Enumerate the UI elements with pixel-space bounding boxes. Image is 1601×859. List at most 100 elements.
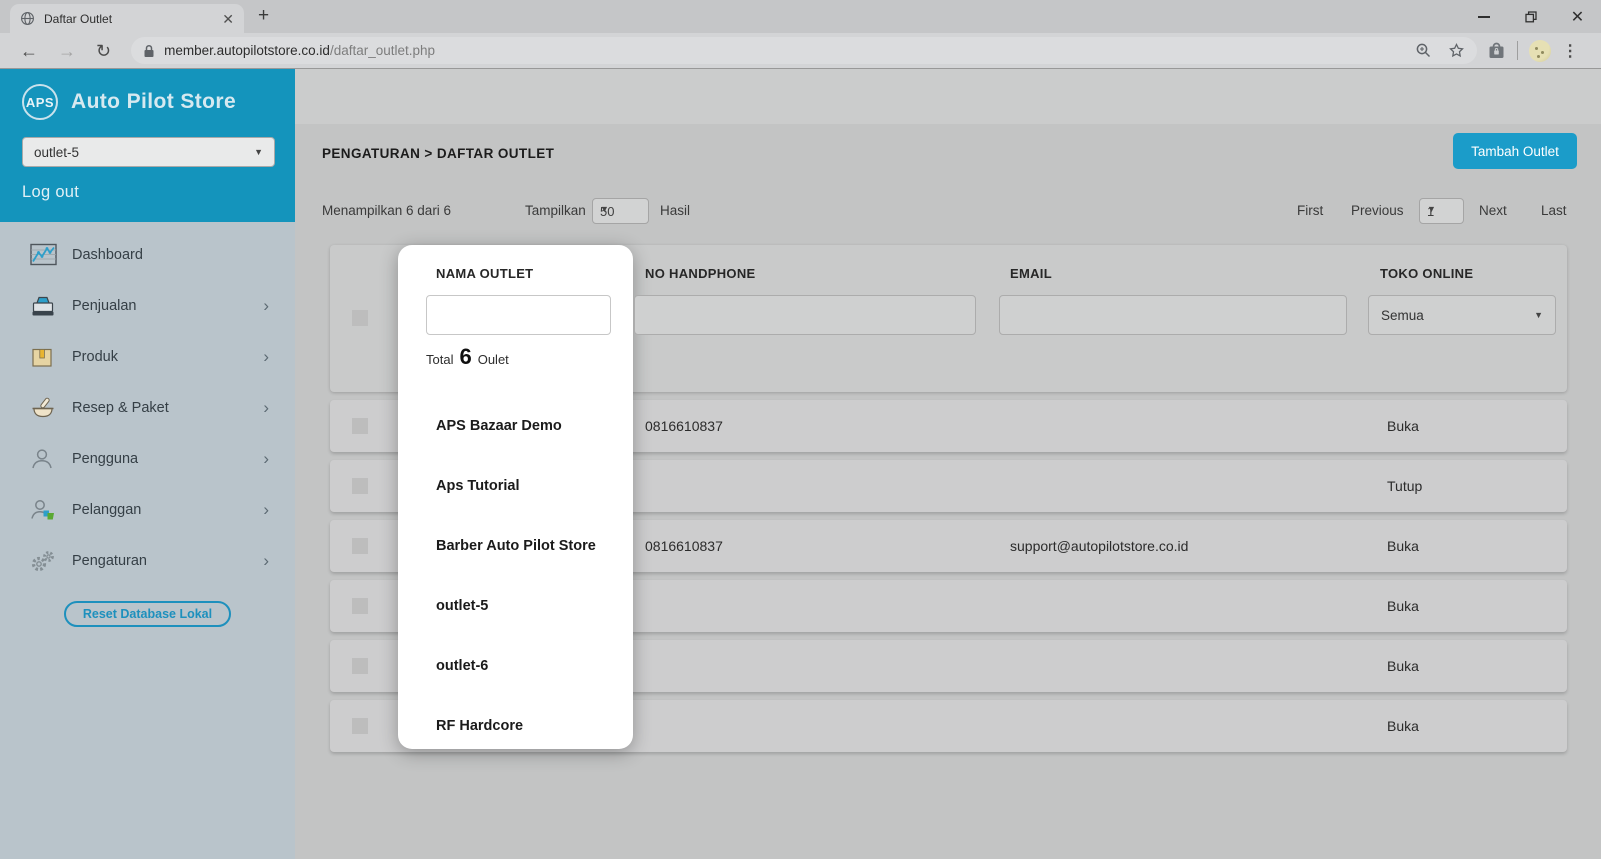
row-checkbox[interactable] <box>352 658 368 674</box>
reload-icon[interactable]: ↻ <box>96 42 111 60</box>
sidebar-item-label: Penjualan <box>72 298 137 314</box>
column-header-email: EMAIL <box>1010 266 1052 281</box>
toolbar-divider <box>1517 41 1518 60</box>
sidebar-item-resep-paket[interactable]: Resep & Paket › <box>0 382 295 433</box>
results-label: Hasil <box>660 203 690 218</box>
filter-no-handphone-input[interactable] <box>634 295 976 335</box>
filter-toko-online-select[interactable]: Semua ▼ <box>1368 295 1556 335</box>
total-outlets-text: Total 6 Oulet <box>426 344 509 370</box>
sidebar-item-pengguna[interactable]: Pengguna › <box>0 433 295 484</box>
sidebar-item-pelanggan[interactable]: Pelanggan › <box>0 484 295 535</box>
table-row[interactable]: Barber Auto Pilot Store 0816610837 suppo… <box>330 520 1567 572</box>
logout-link[interactable]: Log out <box>22 183 275 202</box>
add-outlet-button[interactable]: Tambah Outlet <box>1453 133 1577 169</box>
select-all-checkbox[interactable] <box>352 310 368 326</box>
lock-icon <box>143 44 155 58</box>
outlet-name: outlet-6 <box>436 640 488 692</box>
outlet-online-status: Buka <box>1387 520 1419 572</box>
outlet-online-status: Buka <box>1387 640 1419 692</box>
row-checkbox[interactable] <box>352 538 368 554</box>
column-header-nama-outlet: NAMA OUTLET <box>436 266 533 281</box>
outlet-selector[interactable]: outlet-5 ▼ <box>22 137 275 167</box>
column-header-no-handphone: NO HANDPHONE <box>645 266 756 281</box>
row-checkbox[interactable] <box>352 418 368 434</box>
profile-avatar[interactable] <box>1529 40 1551 62</box>
sidebar-item-produk[interactable]: Produk › <box>0 331 295 382</box>
row-checkbox[interactable] <box>352 478 368 494</box>
chevron-down-icon: ▼ <box>1427 204 1436 214</box>
user-icon <box>30 447 59 471</box>
row-checkbox[interactable] <box>352 598 368 614</box>
sidebar-item-penjualan[interactable]: Penjualan › <box>0 280 295 331</box>
outlet-name: APS Bazaar Demo <box>436 400 562 452</box>
top-strip <box>295 69 1601 124</box>
column-header-toko-online: TOKO ONLINE <box>1380 266 1473 281</box>
sidebar-item-label: Dashboard <box>72 247 143 263</box>
url-bar[interactable]: member.autopilotstore.co.id/daftar_outle… <box>131 37 1477 64</box>
sidebar-item-dashboard[interactable]: Dashboard <box>0 229 295 280</box>
list-controls: Menampilkan 6 dari 6 Tampilkan 50 ▼ Hasi… <box>295 198 1601 225</box>
outlet-selector-value: outlet-5 <box>34 145 79 160</box>
sidebar-header: APS Auto Pilot Store outlet-5 ▼ Log out <box>0 69 295 222</box>
browser-menu-icon[interactable]: ⋮ <box>1562 41 1578 61</box>
sidebar-item-label: Produk <box>72 349 118 365</box>
sidebar-item-pengaturan[interactable]: Pengaturan › <box>0 535 295 586</box>
window-close-icon[interactable]: ✕ <box>1554 0 1601 33</box>
table-row[interactable]: Aps Tutorial Tutup <box>330 460 1567 512</box>
bookmark-star-icon[interactable] <box>1448 42 1465 59</box>
outlet-name: Barber Auto Pilot Store <box>436 520 596 572</box>
url-path: /daftar_outlet.php <box>330 43 435 58</box>
sidebar-menu: Dashboard Penjualan › Produk › <box>0 222 295 859</box>
zoom-search-icon[interactable] <box>1415 42 1432 59</box>
page-size-select[interactable]: 50 ▼ <box>592 198 649 224</box>
product-box-icon <box>30 345 59 369</box>
sidebar-item-label: Pengaturan <box>72 553 147 569</box>
chevron-right-icon: › <box>263 552 269 569</box>
outlet-phone: 0816610837 <box>645 520 723 572</box>
main-content: PENGATURAN > DAFTAR OUTLET Tambah Outlet… <box>295 69 1601 859</box>
outlet-online-status: Buka <box>1387 700 1419 752</box>
page-number-select[interactable]: 1 ▼ <box>1419 198 1464 224</box>
extension-bag-icon[interactable] <box>1487 41 1506 60</box>
dashboard-chart-icon <box>30 243 59 267</box>
tab-close-icon[interactable]: ✕ <box>222 12 234 26</box>
sidebar-item-label: Pelanggan <box>72 502 141 518</box>
reset-database-button[interactable]: Reset Database Lokal <box>64 601 231 627</box>
total-suffix: Oulet <box>478 352 509 367</box>
sidebar-item-label: Resep & Paket <box>72 400 169 416</box>
pagination-next[interactable]: Next <box>1479 203 1507 218</box>
forward-icon[interactable]: → <box>58 42 76 60</box>
filter-nama-outlet-input[interactable] <box>426 295 611 335</box>
mortar-pestle-icon <box>30 396 59 420</box>
back-icon[interactable]: ← <box>20 42 38 60</box>
aps-logo: APS <box>22 84 58 120</box>
browser-tab[interactable]: Daftar Outlet ✕ <box>10 4 244 33</box>
tab-title: Daftar Outlet <box>44 12 222 26</box>
sidebar-item-label: Pengguna <box>72 451 138 467</box>
table-row[interactable]: RF Hardcore Buka <box>330 700 1567 752</box>
table-row[interactable]: APS Bazaar Demo 0816610837 Buka <box>330 400 1567 452</box>
chevron-right-icon: › <box>263 399 269 416</box>
brand-title: Auto Pilot Store <box>71 90 236 114</box>
customer-icon <box>30 498 59 522</box>
chevron-right-icon: › <box>263 501 269 518</box>
window-restore-icon[interactable] <box>1507 0 1554 33</box>
chevron-right-icon: › <box>263 297 269 314</box>
browser-toolbar: ← → ↻ member.autopilotstore.co.id/daftar… <box>0 33 1601 69</box>
outlet-online-status: Tutup <box>1387 460 1422 512</box>
outlet-name: RF Hardcore <box>436 700 523 752</box>
gear-icon <box>30 549 59 573</box>
globe-favicon-icon <box>20 11 35 26</box>
total-count: 6 <box>459 344 471 370</box>
window-minimize-icon[interactable] <box>1460 0 1507 33</box>
filter-email-input[interactable] <box>999 295 1347 335</box>
outlet-online-status: Buka <box>1387 580 1419 632</box>
total-prefix: Total <box>426 352 453 367</box>
pagination-last[interactable]: Last <box>1541 203 1567 218</box>
outlet-email: support@autopilotstore.co.id <box>1010 520 1188 572</box>
pagination-first[interactable]: First <box>1297 203 1323 218</box>
row-checkbox[interactable] <box>352 718 368 734</box>
new-tab-icon[interactable]: + <box>258 5 269 27</box>
toko-online-filter-value: Semua <box>1381 308 1424 323</box>
pagination-previous[interactable]: Previous <box>1351 203 1404 218</box>
